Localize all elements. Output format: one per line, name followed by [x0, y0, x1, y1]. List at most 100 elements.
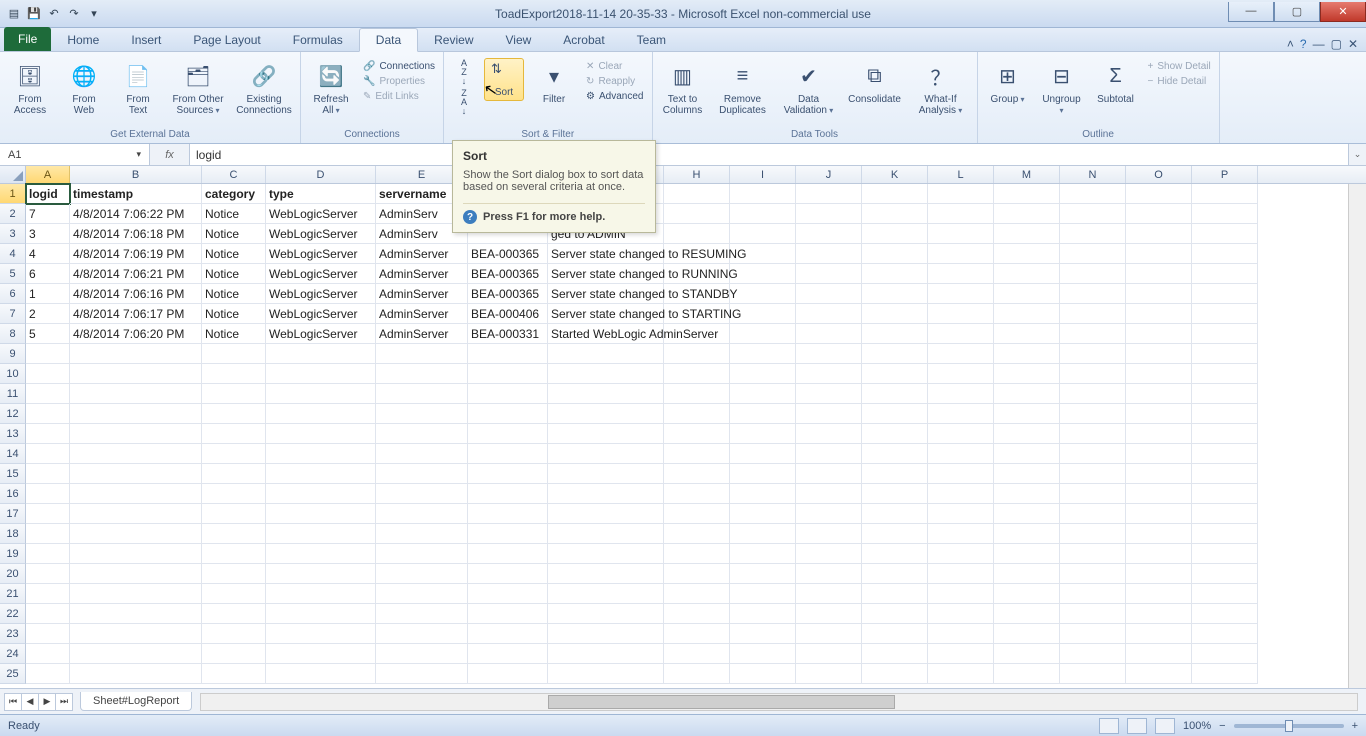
cell[interactable] [796, 544, 862, 564]
subtotal-button[interactable]: ΣSubtotal [1092, 58, 1140, 107]
cell[interactable] [1060, 484, 1126, 504]
cell[interactable] [1192, 584, 1258, 604]
row-header[interactable]: 13 [0, 424, 26, 444]
sheet-tab[interactable]: Sheet#LogReport [80, 692, 192, 711]
cell[interactable] [1060, 604, 1126, 624]
cell[interactable] [1126, 244, 1192, 264]
cell[interactable] [1192, 544, 1258, 564]
cell[interactable] [730, 544, 796, 564]
cell[interactable] [1126, 364, 1192, 384]
cell[interactable] [1192, 404, 1258, 424]
cell[interactable] [664, 664, 730, 684]
tab-team[interactable]: Team [621, 29, 682, 51]
cell[interactable]: type [266, 184, 376, 204]
consolidate-button[interactable]: ⧉Consolidate [845, 58, 905, 107]
cell[interactable]: 5 [26, 324, 70, 344]
cell[interactable] [928, 264, 994, 284]
cell[interactable] [1192, 304, 1258, 324]
cell[interactable] [1192, 284, 1258, 304]
cell[interactable] [1192, 324, 1258, 344]
cell[interactable] [26, 364, 70, 384]
cell[interactable]: Notice [202, 204, 266, 224]
cell[interactable] [730, 484, 796, 504]
zoom-slider[interactable] [1234, 724, 1344, 728]
cell[interactable] [26, 384, 70, 404]
cell[interactable] [796, 264, 862, 284]
cell[interactable] [548, 564, 664, 584]
tab-review[interactable]: Review [418, 29, 489, 51]
cell[interactable] [1060, 204, 1126, 224]
cell[interactable] [664, 204, 730, 224]
cell[interactable] [994, 544, 1060, 564]
cell[interactable] [202, 584, 266, 604]
cell[interactable] [548, 624, 664, 644]
cell[interactable] [468, 464, 548, 484]
cell[interactable] [1192, 244, 1258, 264]
cell[interactable] [862, 664, 928, 684]
cell[interactable] [928, 664, 994, 684]
cell[interactable] [376, 504, 468, 524]
cell[interactable] [26, 524, 70, 544]
row-header[interactable]: 1 [0, 184, 26, 204]
cell[interactable] [1192, 484, 1258, 504]
cell[interactable] [1060, 524, 1126, 544]
cell[interactable] [376, 544, 468, 564]
cell[interactable] [26, 484, 70, 504]
cell[interactable] [548, 424, 664, 444]
cell[interactable] [1060, 184, 1126, 204]
row-header[interactable]: 23 [0, 624, 26, 644]
from-text-button[interactable]: 📄From Text [114, 58, 162, 118]
cell[interactable]: WebLogicServer [266, 324, 376, 344]
cell[interactable] [1126, 664, 1192, 684]
window-min-icon[interactable]: — [1313, 37, 1325, 51]
cell[interactable] [1126, 264, 1192, 284]
cell[interactable]: Notice [202, 284, 266, 304]
cell[interactable] [862, 324, 928, 344]
cell[interactable] [928, 624, 994, 644]
cell[interactable] [548, 444, 664, 464]
cell[interactable] [376, 444, 468, 464]
cell[interactable] [1126, 524, 1192, 544]
cell[interactable] [202, 344, 266, 364]
cell[interactable] [928, 504, 994, 524]
sheet-last-icon[interactable]: ⏭ [55, 693, 73, 711]
cell[interactable] [796, 404, 862, 424]
cell[interactable] [862, 524, 928, 544]
cell[interactable] [376, 584, 468, 604]
cell[interactable] [796, 324, 862, 344]
sort-descending-button[interactable]: ZA↓ [450, 88, 478, 116]
cell[interactable]: Notice [202, 304, 266, 324]
zoom-level[interactable]: 100% [1183, 720, 1211, 732]
cell[interactable] [862, 384, 928, 404]
cell[interactable] [202, 444, 266, 464]
cell[interactable] [376, 344, 468, 364]
cell[interactable] [730, 584, 796, 604]
cell[interactable] [548, 404, 664, 424]
column-header-J[interactable]: J [796, 166, 862, 183]
cell[interactable] [1060, 664, 1126, 684]
cell[interactable] [1192, 664, 1258, 684]
cell[interactable] [664, 584, 730, 604]
cell[interactable]: BEA-000365 [468, 264, 548, 284]
cell[interactable]: 1 [26, 284, 70, 304]
cell[interactable] [1060, 644, 1126, 664]
cell[interactable] [730, 624, 796, 644]
cell[interactable] [994, 364, 1060, 384]
cell[interactable]: AdminServer [376, 304, 468, 324]
what-if-button[interactable]: ？What-If Analysis [911, 58, 971, 118]
cell[interactable] [266, 484, 376, 504]
cell[interactable]: WebLogicServer [266, 284, 376, 304]
cell[interactable] [730, 504, 796, 524]
column-header-C[interactable]: C [202, 166, 266, 183]
formula-input[interactable]: logid [190, 144, 1348, 165]
cell[interactable] [548, 664, 664, 684]
row-header[interactable]: 12 [0, 404, 26, 424]
cell[interactable] [1060, 364, 1126, 384]
cell[interactable] [548, 464, 664, 484]
cell[interactable] [266, 524, 376, 544]
cell[interactable]: WebLogicServer [266, 224, 376, 244]
cell[interactable] [1126, 424, 1192, 444]
cell[interactable]: 7 [26, 204, 70, 224]
cell[interactable] [730, 524, 796, 544]
cell[interactable] [994, 184, 1060, 204]
